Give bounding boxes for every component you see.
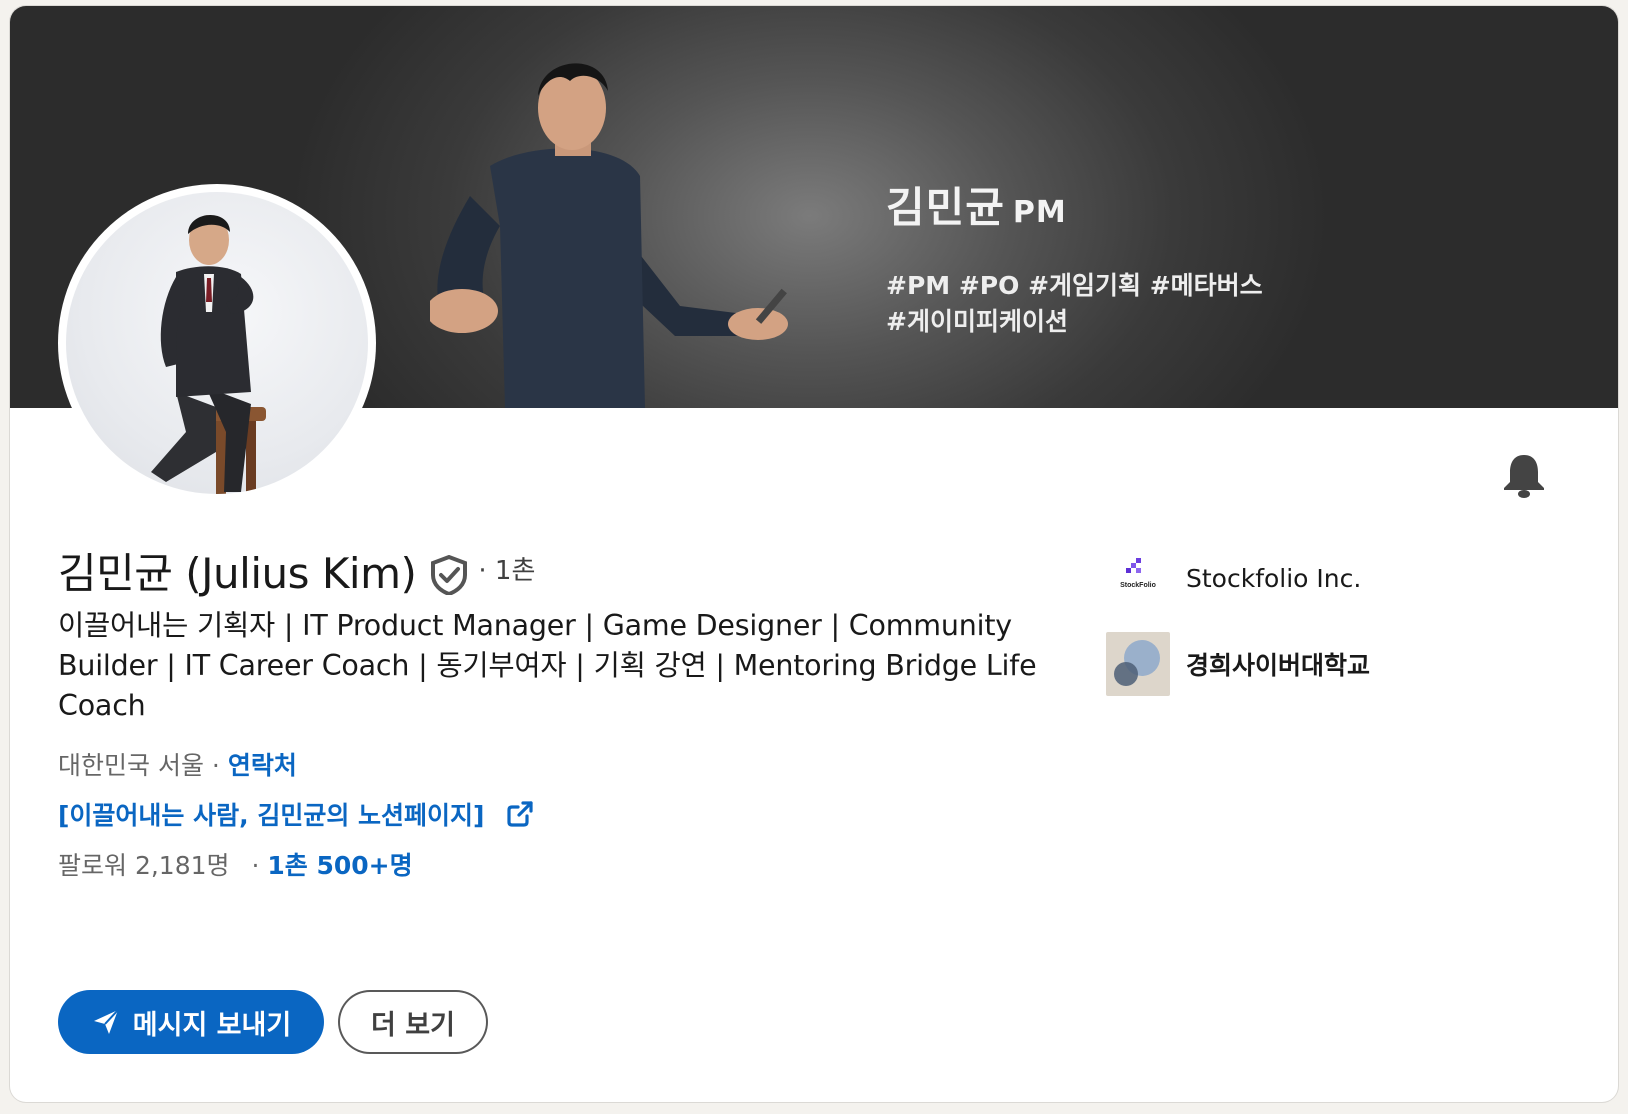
location-row: 대한민국 서울 · 연락처 — [58, 746, 297, 782]
banner-name: 김민균 — [886, 183, 1005, 232]
avatar — [66, 192, 368, 494]
send-message-label: 메시지 보내기 — [132, 1009, 292, 1041]
banner-tags-line1: #PM #PO #게임기획 #메타버스 — [886, 271, 1263, 300]
org-item-stockfolio[interactable]: StockFolio Stockfolio Inc. — [1106, 546, 1370, 610]
banner-role: PM — [1012, 195, 1067, 230]
name-row: 김민균 (Julius Kim) · 1촌 — [58, 540, 535, 601]
followers-separator: · — [251, 851, 260, 880]
paper-plane-icon — [93, 1009, 119, 1034]
location-text: 대한민국 서울 — [58, 751, 204, 780]
banner-person-photo — [430, 63, 788, 408]
banner-name-text: 김민균 PM — [886, 174, 1067, 235]
notification-bell-button[interactable] — [1502, 452, 1546, 500]
org-item-university[interactable]: 경희사이버대학교 — [1106, 632, 1370, 696]
location-separator: · — [211, 751, 220, 780]
profile-photo[interactable] — [58, 184, 376, 502]
org-name-stockfolio: Stockfolio Inc. — [1186, 563, 1362, 593]
more-button[interactable]: 더 보기 — [338, 990, 488, 1054]
banner-tags-line2: #게이미피케이션 — [886, 307, 1068, 336]
send-message-button[interactable]: 메시지 보내기 — [58, 990, 324, 1054]
notion-page-link[interactable]: [이끌어내는 사람, 김민균의 노션페이지] — [58, 796, 484, 832]
stockfolio-logo: StockFolio — [1106, 546, 1170, 610]
contact-info-link[interactable]: 연락처 — [228, 751, 297, 780]
experience-education-list: StockFolio Stockfolio Inc. 경희사이버대학교 — [1106, 546, 1370, 718]
profile-headline: 이끌어내는 기획자 | IT Product Manager | Game De… — [58, 609, 1037, 722]
shield-check-icon[interactable] — [430, 554, 468, 595]
more-label: 더 보기 — [371, 1009, 455, 1041]
website-row: [이끌어내는 사람, 김민균의 노션페이지] — [58, 796, 534, 832]
connections-link[interactable]: 1촌 500+명 — [267, 851, 412, 880]
stockfolio-logo-text: StockFolio — [1120, 582, 1156, 589]
bell-icon — [1504, 455, 1544, 498]
external-link-icon[interactable] — [506, 800, 534, 828]
banner-tags: #PM #PO #게임기획 #메타버스 #게이미피케이션 — [886, 268, 1306, 340]
connection-degree: · 1촌 — [478, 556, 536, 586]
university-logo — [1106, 632, 1170, 696]
followers-row: 팔로워 2,181명 · 1촌 500+명 — [58, 846, 413, 882]
profile-card: 김민균 PM #PM #PO #게임기획 #메타버스 #게이미피케이션 김민균 … — [10, 6, 1618, 1102]
org-name-university: 경희사이버대학교 — [1186, 651, 1371, 680]
avatar-person-illustration — [151, 214, 266, 494]
profile-name: 김민균 (Julius Kim) — [58, 549, 417, 598]
followers-count: 팔로워 2,181명 — [58, 851, 230, 880]
